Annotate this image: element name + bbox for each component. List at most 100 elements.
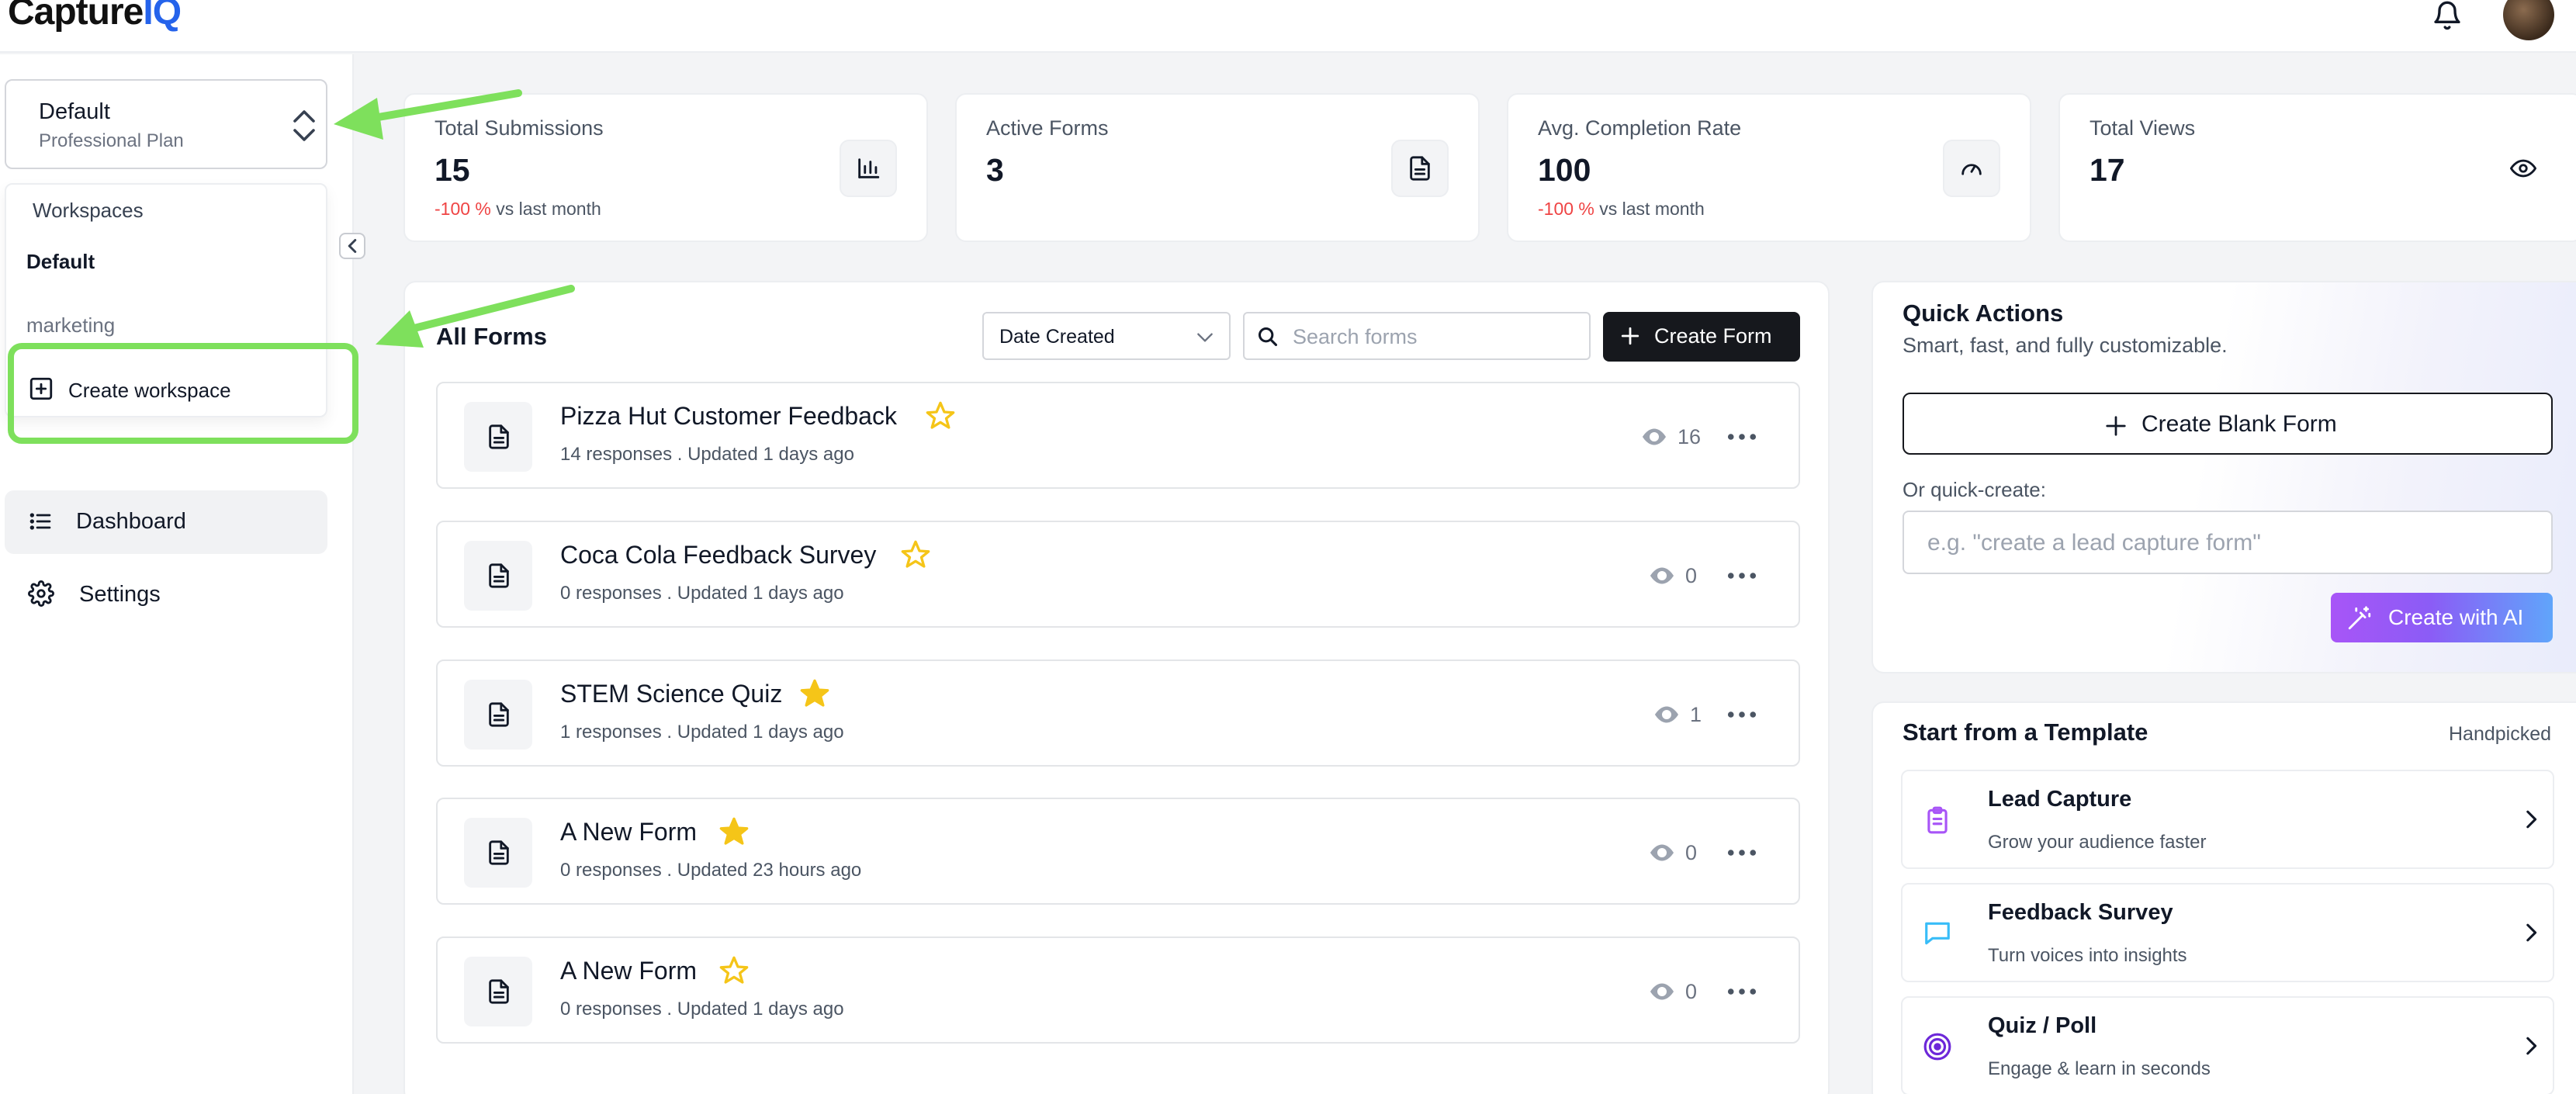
- stat-title: Total Submissions: [435, 116, 604, 140]
- stat-value: 100: [1538, 152, 1591, 188]
- star-outline-icon[interactable]: [900, 539, 931, 570]
- template-desc: Grow your audience faster: [1988, 832, 2207, 853]
- sort-select-value: Date Created: [999, 326, 1115, 348]
- chevron-right-icon: [2526, 1037, 2537, 1055]
- quick-create-field[interactable]: [1903, 511, 2553, 574]
- gauge-icon: [1943, 140, 2000, 197]
- bell-icon[interactable]: [2432, 0, 2463, 31]
- create-form-label: Create Form: [1654, 324, 1772, 348]
- form-row[interactable]: A New Form 0 responses . Updated 1 days …: [436, 936, 1800, 1044]
- document-icon: [464, 541, 532, 611]
- stat-card-active-forms: Active Forms 3: [955, 93, 1480, 242]
- stat-title: Total Views: [2090, 116, 2196, 140]
- workspace-selector[interactable]: Default Professional Plan: [5, 79, 327, 169]
- top-bar: CaptureIQ: [0, 0, 2576, 53]
- plus-icon: [2106, 416, 2126, 436]
- eye-icon: [1650, 567, 1674, 584]
- plus-square-icon: [29, 377, 53, 400]
- more-horizontal-icon[interactable]: [1727, 841, 1757, 864]
- quick-actions-title: Quick Actions: [1903, 299, 2064, 327]
- form-name[interactable]: A New Form: [560, 957, 697, 985]
- sidebar-item-settings[interactable]: Settings: [5, 562, 327, 625]
- clipboard-icon: [1927, 806, 1948, 834]
- quick-create-input[interactable]: [1927, 526, 2533, 560]
- search-forms[interactable]: [1243, 312, 1591, 360]
- more-horizontal-icon[interactable]: [1727, 980, 1757, 1003]
- all-forms-title: All Forms: [436, 323, 547, 350]
- list-icon: [29, 513, 51, 530]
- templates-panel: Start from a Template Handpicked Lead Ca…: [1871, 701, 2576, 1094]
- form-meta: 0 responses . Updated 1 days ago: [560, 583, 844, 604]
- sort-select[interactable]: Date Created: [982, 312, 1231, 360]
- views-count: 1: [1690, 703, 1702, 726]
- quick-create-label: Or quick-create:: [1903, 478, 2046, 501]
- workspace-item-default[interactable]: Default: [26, 250, 95, 274]
- create-with-ai-label: Create with AI: [2388, 605, 2524, 629]
- search-icon: [1258, 327, 1278, 347]
- star-filled-icon[interactable]: [799, 678, 830, 709]
- template-name: Quiz / Poll: [1988, 1013, 2097, 1038]
- template-name: Lead Capture: [1988, 787, 2132, 812]
- form-name[interactable]: STEM Science Quiz: [560, 680, 782, 708]
- template-item-feedback-survey[interactable]: Feedback Survey Turn voices into insight…: [1901, 883, 2554, 982]
- template-item-quiz-poll[interactable]: Quiz / Poll Engage & learn in seconds: [1901, 996, 2554, 1094]
- create-blank-form-button[interactable]: Create Blank Form: [1903, 393, 2553, 455]
- form-name[interactable]: Coca Cola Feedback Survey: [560, 541, 876, 570]
- sidebar-item-dashboard[interactable]: Dashboard: [5, 490, 327, 554]
- create-workspace-label: Create workspace: [68, 379, 231, 402]
- stat-delta: -100 % vs last month: [435, 199, 601, 219]
- form-row[interactable]: Coca Cola Feedback Survey 0 responses . …: [436, 521, 1800, 628]
- eye-icon: [1643, 428, 1666, 445]
- stat-value: 15: [435, 152, 470, 188]
- form-meta: 1 responses . Updated 1 days ago: [560, 722, 844, 743]
- create-with-ai-button[interactable]: Create with AI: [2331, 593, 2553, 642]
- more-horizontal-icon[interactable]: [1727, 703, 1757, 726]
- sidebar-item-label: Settings: [79, 582, 161, 607]
- eye-icon: [1650, 844, 1674, 861]
- document-icon: [464, 957, 532, 1026]
- document-icon: [464, 818, 532, 888]
- views-count: 0: [1685, 564, 1698, 587]
- stat-card-total-submissions: Total Submissions 15 -100 % vs last mont…: [403, 93, 928, 242]
- collapse-sidebar-button[interactable]: [339, 233, 365, 259]
- plus-icon: [1621, 327, 1639, 345]
- app-logo[interactable]: CaptureIQ: [8, 0, 182, 33]
- form-row[interactable]: A New Form 0 responses . Updated 23 hour…: [436, 798, 1800, 905]
- template-item-lead-capture[interactable]: Lead Capture Grow your audience faster: [1901, 770, 2554, 869]
- create-blank-form-label: Create Blank Form: [2141, 411, 2337, 437]
- form-row[interactable]: Pizza Hut Customer Feedback 14 responses…: [436, 382, 1800, 489]
- document-icon: [464, 680, 532, 750]
- form-name[interactable]: A New Form: [560, 818, 697, 846]
- bar-chart-icon: [840, 140, 897, 197]
- eye-icon: [2495, 140, 2552, 197]
- gear-icon: [28, 580, 54, 607]
- star-outline-icon[interactable]: [718, 955, 750, 986]
- create-workspace-item[interactable]: Create workspace: [8, 343, 358, 444]
- stat-card-completion-rate: Avg. Completion Rate 100 -100 % vs last …: [1507, 93, 2031, 242]
- more-horizontal-icon[interactable]: [1727, 564, 1757, 587]
- sidebar-item-label: Dashboard: [76, 509, 186, 534]
- views-count: 16: [1678, 425, 1702, 448]
- document-icon: [1391, 140, 1449, 197]
- star-filled-icon[interactable]: [718, 816, 750, 847]
- form-name[interactable]: Pizza Hut Customer Feedback: [560, 402, 897, 431]
- document-icon: [464, 402, 532, 472]
- stat-value: 3: [986, 152, 1004, 188]
- templates-title: Start from a Template: [1903, 718, 2148, 746]
- more-horizontal-icon[interactable]: [1727, 425, 1757, 448]
- form-meta: 14 responses . Updated 1 days ago: [560, 444, 854, 465]
- star-outline-icon[interactable]: [925, 400, 956, 431]
- create-form-button[interactable]: Create Form: [1603, 312, 1800, 362]
- form-row[interactable]: STEM Science Quiz 1 responses . Updated …: [436, 660, 1800, 767]
- chat-bubble-icon: [1925, 922, 1950, 945]
- stat-delta: -100 % vs last month: [1538, 199, 1705, 219]
- views-count: 0: [1685, 980, 1698, 1003]
- quick-actions-panel: Quick Actions Smart, fast, and fully cus…: [1871, 281, 2576, 673]
- search-input[interactable]: [1293, 321, 1580, 352]
- workspace-item-marketing[interactable]: marketing: [26, 313, 115, 338]
- avatar[interactable]: [2503, 0, 2554, 40]
- workspace-menu-header: Workspaces: [33, 199, 144, 222]
- eye-icon: [1655, 706, 1678, 723]
- views-count: 0: [1685, 841, 1698, 864]
- target-icon: [1923, 1033, 1951, 1061]
